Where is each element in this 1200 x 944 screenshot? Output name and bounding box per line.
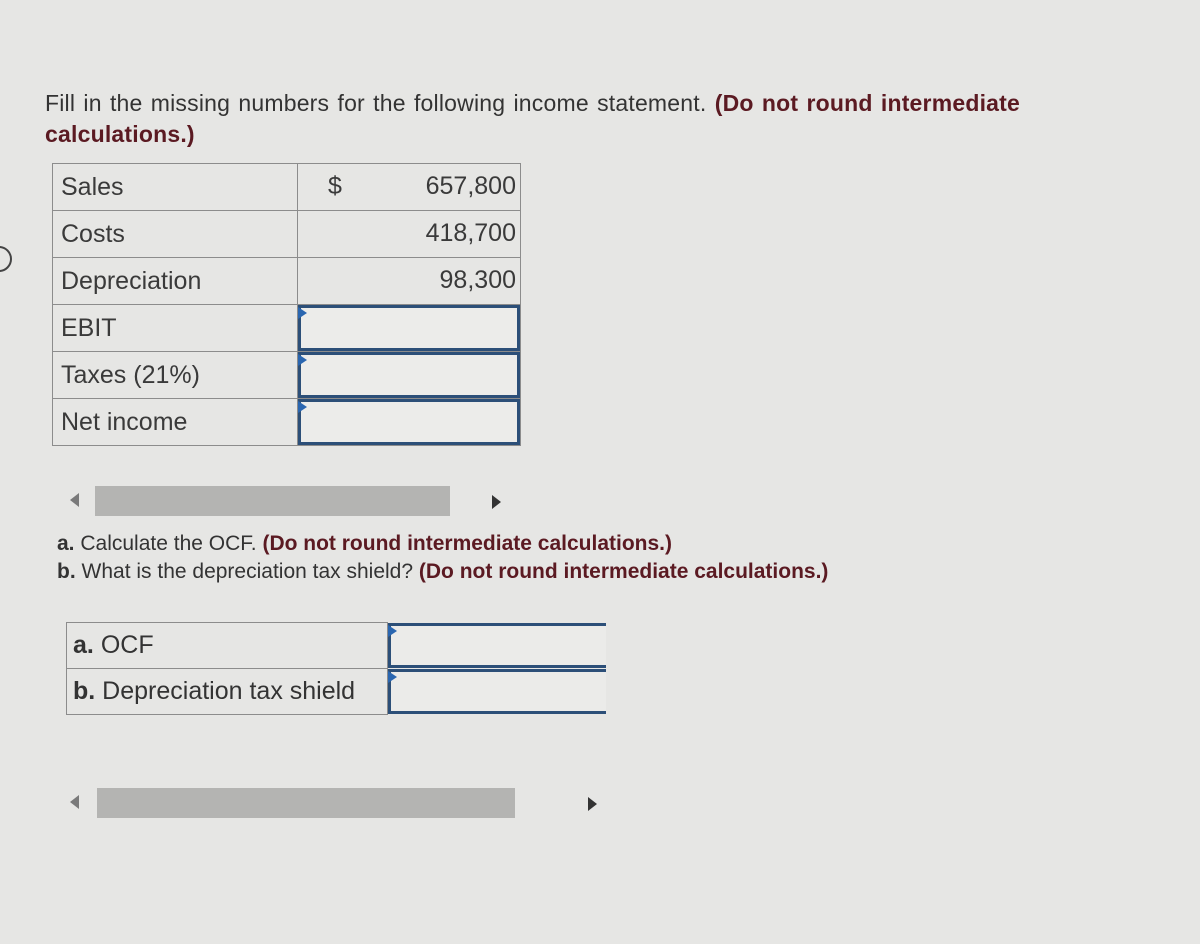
ebit-input-wrap — [298, 305, 520, 351]
tax-shield-input-wrap — [388, 669, 607, 714]
depreciation-value: 98,300 — [439, 266, 516, 294]
table-row: b. Depreciation tax shield — [66, 668, 607, 715]
answer-value-tax-shield — [388, 669, 607, 715]
scrollbar-thumb[interactable] — [95, 486, 450, 516]
questions: a. Calculate the OCF. (Do not round inte… — [57, 530, 828, 586]
tax-shield-input[interactable] — [388, 669, 606, 714]
row-value-taxes — [297, 351, 521, 399]
row-label-depreciation: Depreciation — [52, 257, 298, 305]
table-row: Net income — [52, 398, 521, 446]
table-row: Costs 418,700 — [52, 210, 521, 258]
answer-table: a. OCF b. Depreciation tax shield — [66, 622, 607, 715]
scrollbar-thumb[interactable] — [97, 788, 515, 818]
answer-horizontal-scrollbar[interactable] — [70, 788, 600, 818]
row-value-costs: 418,700 — [297, 210, 521, 258]
question-b: b. What is the depreciation tax shield? … — [57, 560, 829, 583]
question-a: a. Calculate the OCF. (Do not round inte… — [57, 532, 672, 555]
net-income-input[interactable] — [298, 399, 520, 445]
instructions: Fill in the missing numbers for the foll… — [45, 88, 1020, 150]
row-label-taxes: Taxes (21%) — [52, 351, 298, 399]
row-value-sales: $ 657,800 — [297, 163, 521, 211]
row-label-net-income: Net income — [52, 398, 298, 446]
ocf-input-wrap — [388, 623, 606, 668]
answer-value-ocf — [388, 623, 607, 669]
ebit-input[interactable] — [298, 305, 520, 351]
edge-artifact — [0, 246, 12, 272]
row-label-sales: Sales — [52, 163, 298, 211]
table-row: EBIT — [52, 304, 521, 352]
row-value-net-income — [297, 398, 521, 446]
taxes-input-wrap — [298, 352, 520, 398]
row-label-ebit: EBIT — [52, 304, 298, 352]
table-row: Sales $ 657,800 — [52, 163, 521, 211]
net-income-input-wrap — [298, 399, 520, 445]
dollar-sign: $ — [328, 172, 342, 200]
table-row: Depreciation 98,300 — [52, 257, 521, 305]
ocf-input[interactable] — [388, 623, 606, 668]
answer-label-tax-shield: b. Depreciation tax shield — [66, 668, 388, 715]
income-statement-table: Sales $ 657,800 Costs 418,700 Depreciati… — [52, 163, 521, 446]
taxes-input[interactable] — [298, 352, 520, 398]
sales-value: 657,800 — [425, 172, 516, 200]
costs-value: 418,700 — [425, 219, 516, 247]
scroll-left-arrow-icon[interactable] — [70, 493, 79, 507]
scroll-left-arrow-icon[interactable] — [70, 795, 79, 809]
table-row: Taxes (21%) — [52, 351, 521, 399]
table-row: a. OCF — [66, 622, 607, 669]
row-value-ebit — [297, 304, 521, 352]
row-label-costs: Costs — [52, 210, 298, 258]
scroll-right-arrow-icon[interactable] — [492, 495, 501, 509]
instructions-text: Fill in the missing numbers for the foll… — [45, 90, 707, 116]
row-value-depreciation: 98,300 — [297, 257, 521, 305]
table-horizontal-scrollbar[interactable] — [70, 486, 501, 516]
answer-label-ocf: a. OCF — [66, 622, 388, 669]
scroll-right-arrow-icon[interactable] — [588, 797, 597, 811]
